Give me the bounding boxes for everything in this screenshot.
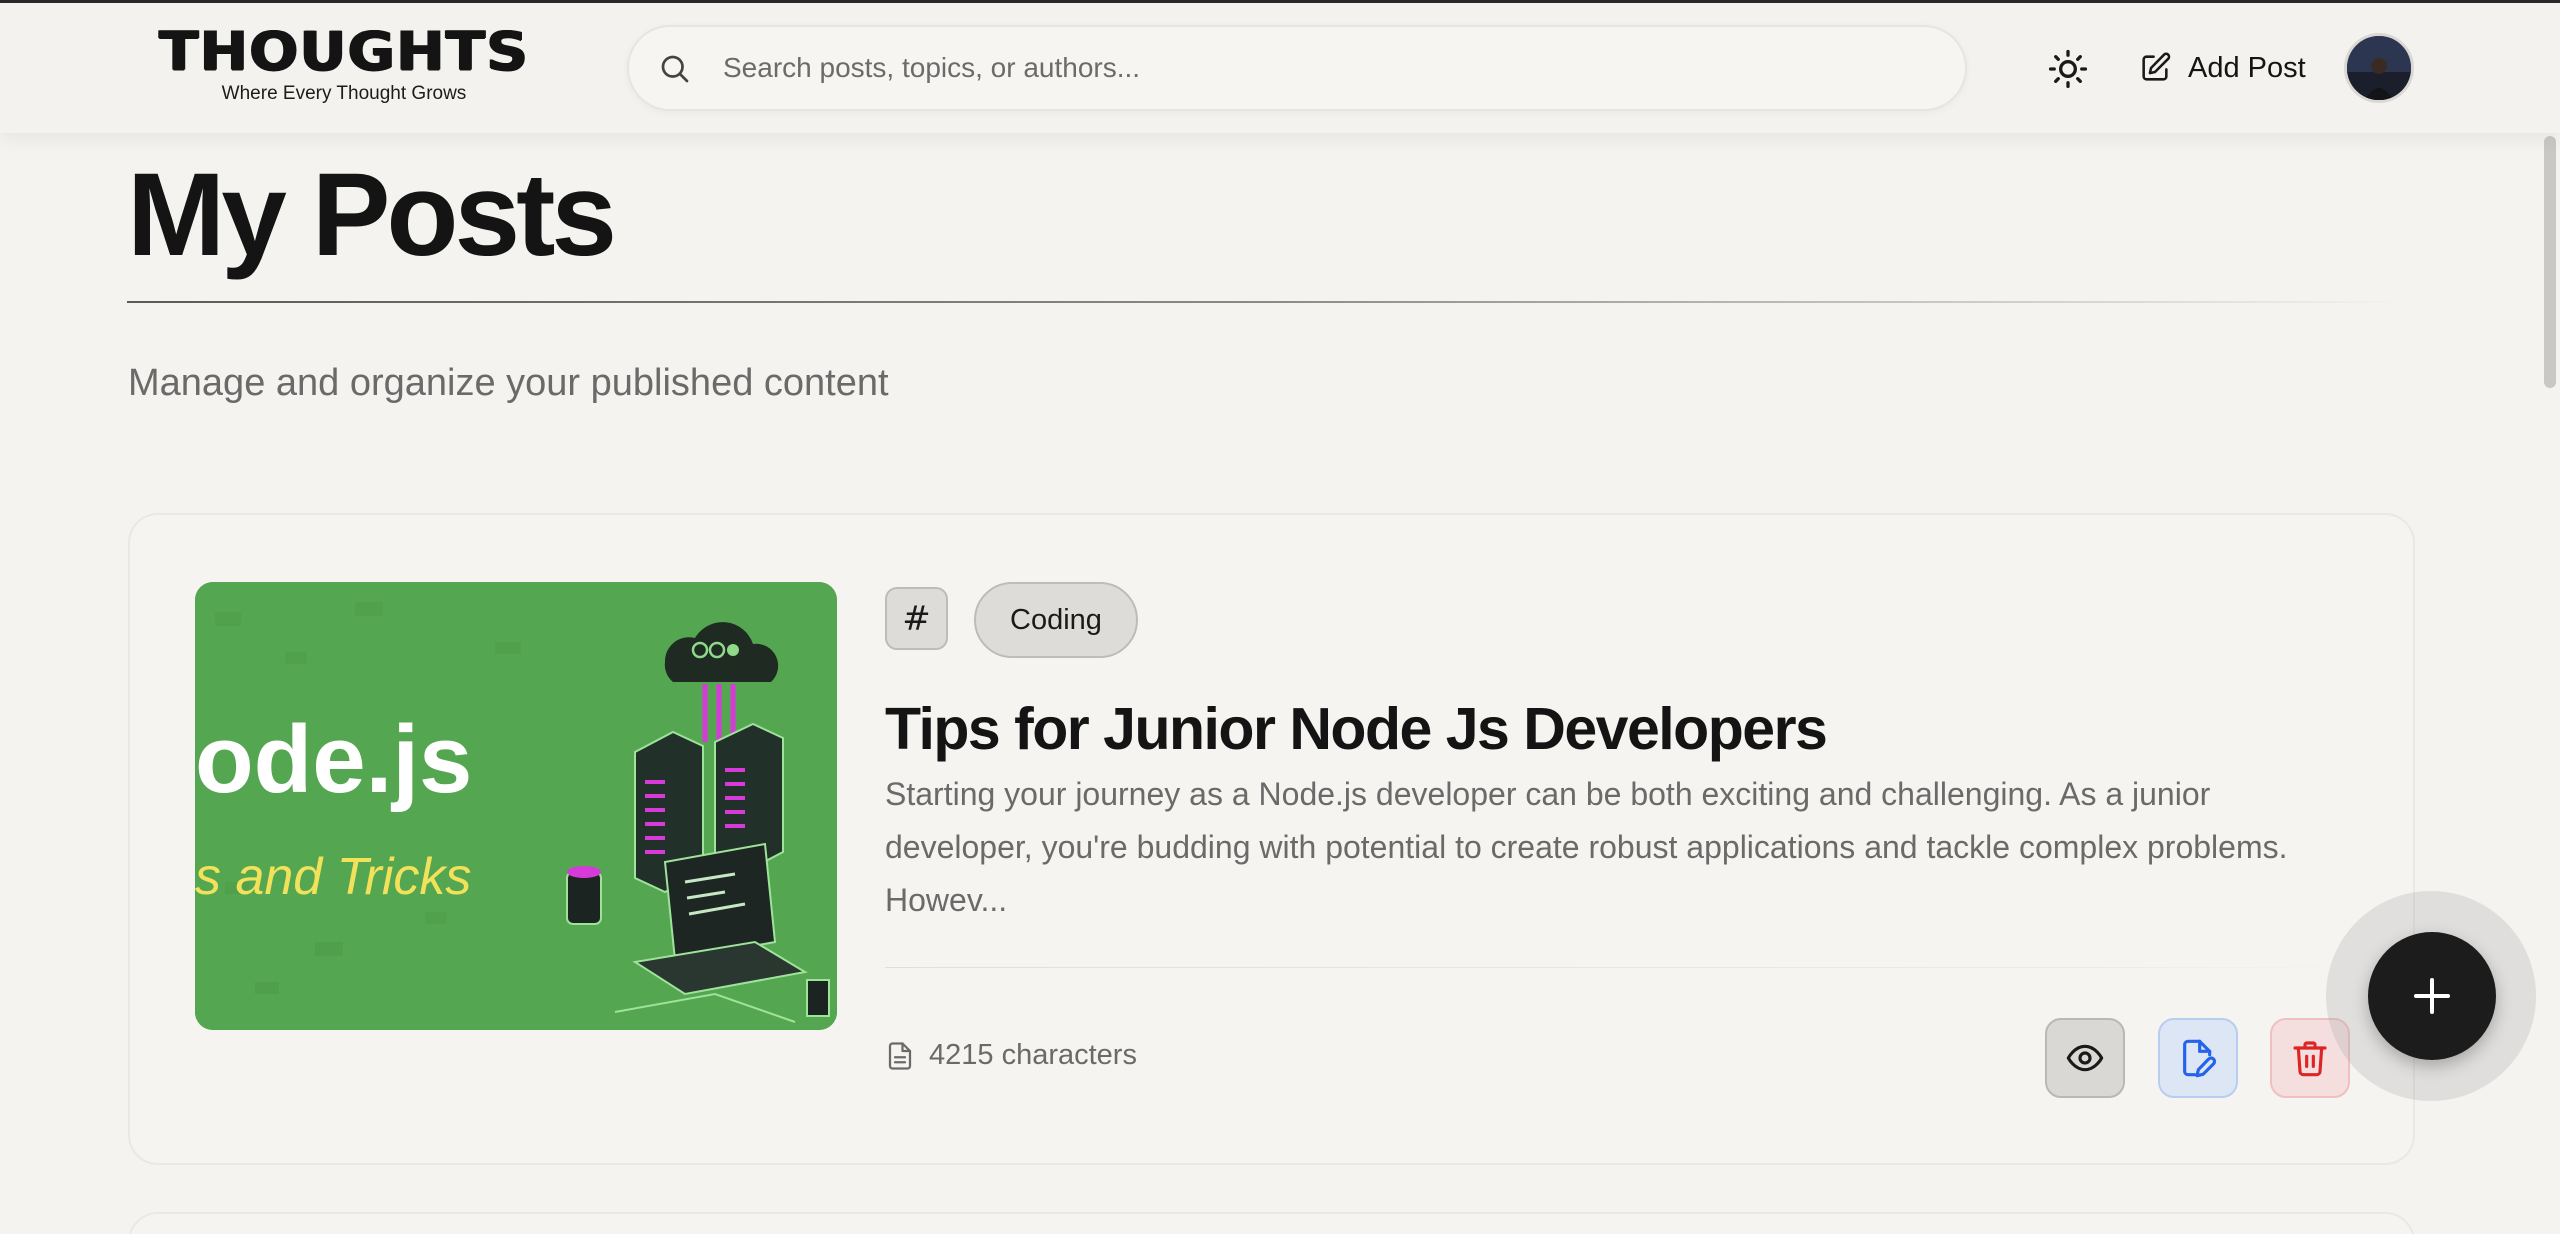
card-divider [885, 967, 2365, 968]
add-post-label: Add Post [2188, 51, 2306, 84]
post-card[interactable]: ode.js s and Tricks # Coding Tips for Ju… [128, 513, 2415, 1165]
search-icon [661, 55, 689, 83]
tag-hash-badge[interactable]: # [885, 587, 948, 650]
post-card[interactable] [128, 1212, 2415, 1234]
page-subtitle: Manage and organize your published conte… [128, 362, 889, 404]
scrollbar-thumb[interactable] [2544, 136, 2556, 388]
plus-icon [2414, 978, 2450, 1014]
brand-logo[interactable]: THOUGHTS Where Every Thought Grows [130, 21, 558, 109]
search-bar[interactable] [627, 25, 1967, 111]
edit-square-icon [2142, 52, 2171, 81]
view-post-button[interactable] [2045, 1018, 2125, 1098]
brand-tagline: Where Every Thought Grows [221, 83, 467, 104]
floating-add-button[interactable] [2368, 932, 2496, 1060]
eye-icon [2066, 1044, 2104, 1072]
post-meta: 4215 characters [885, 1039, 1137, 1072]
thumbnail-subtitle-text: s and Tricks [195, 848, 471, 906]
sun-icon[interactable] [2046, 47, 2090, 91]
page-title: My Posts [127, 149, 617, 281]
title-divider [127, 301, 2407, 303]
avatar[interactable] [2344, 33, 2414, 103]
top-navbar: THOUGHTS Where Every Thought Grows Add P… [0, 3, 2560, 133]
add-post-button[interactable]: Add Post [2138, 43, 2306, 93]
edit-post-button[interactable] [2158, 1018, 2238, 1098]
avatar-image [2347, 36, 2411, 100]
brand-name: THOUGHTS [159, 19, 529, 83]
document-icon [888, 1041, 912, 1070]
tag-coding[interactable]: Coding [974, 582, 1138, 658]
post-thumbnail[interactable]: ode.js s and Tricks [195, 582, 837, 1030]
post-excerpt: Starting your journey as a Node.js devel… [885, 776, 2288, 918]
post-thumbnail-image: ode.js s and Tricks [195, 582, 837, 1030]
edit-file-icon [2183, 1039, 2217, 1078]
char-count: 4215 characters [929, 1039, 1137, 1071]
thumbnail-title-text: ode.js [195, 706, 472, 813]
trash-icon [2293, 1041, 2327, 1077]
post-title[interactable]: Tips for Junior Node Js Developers [885, 695, 1828, 763]
search-input[interactable] [723, 41, 1923, 95]
